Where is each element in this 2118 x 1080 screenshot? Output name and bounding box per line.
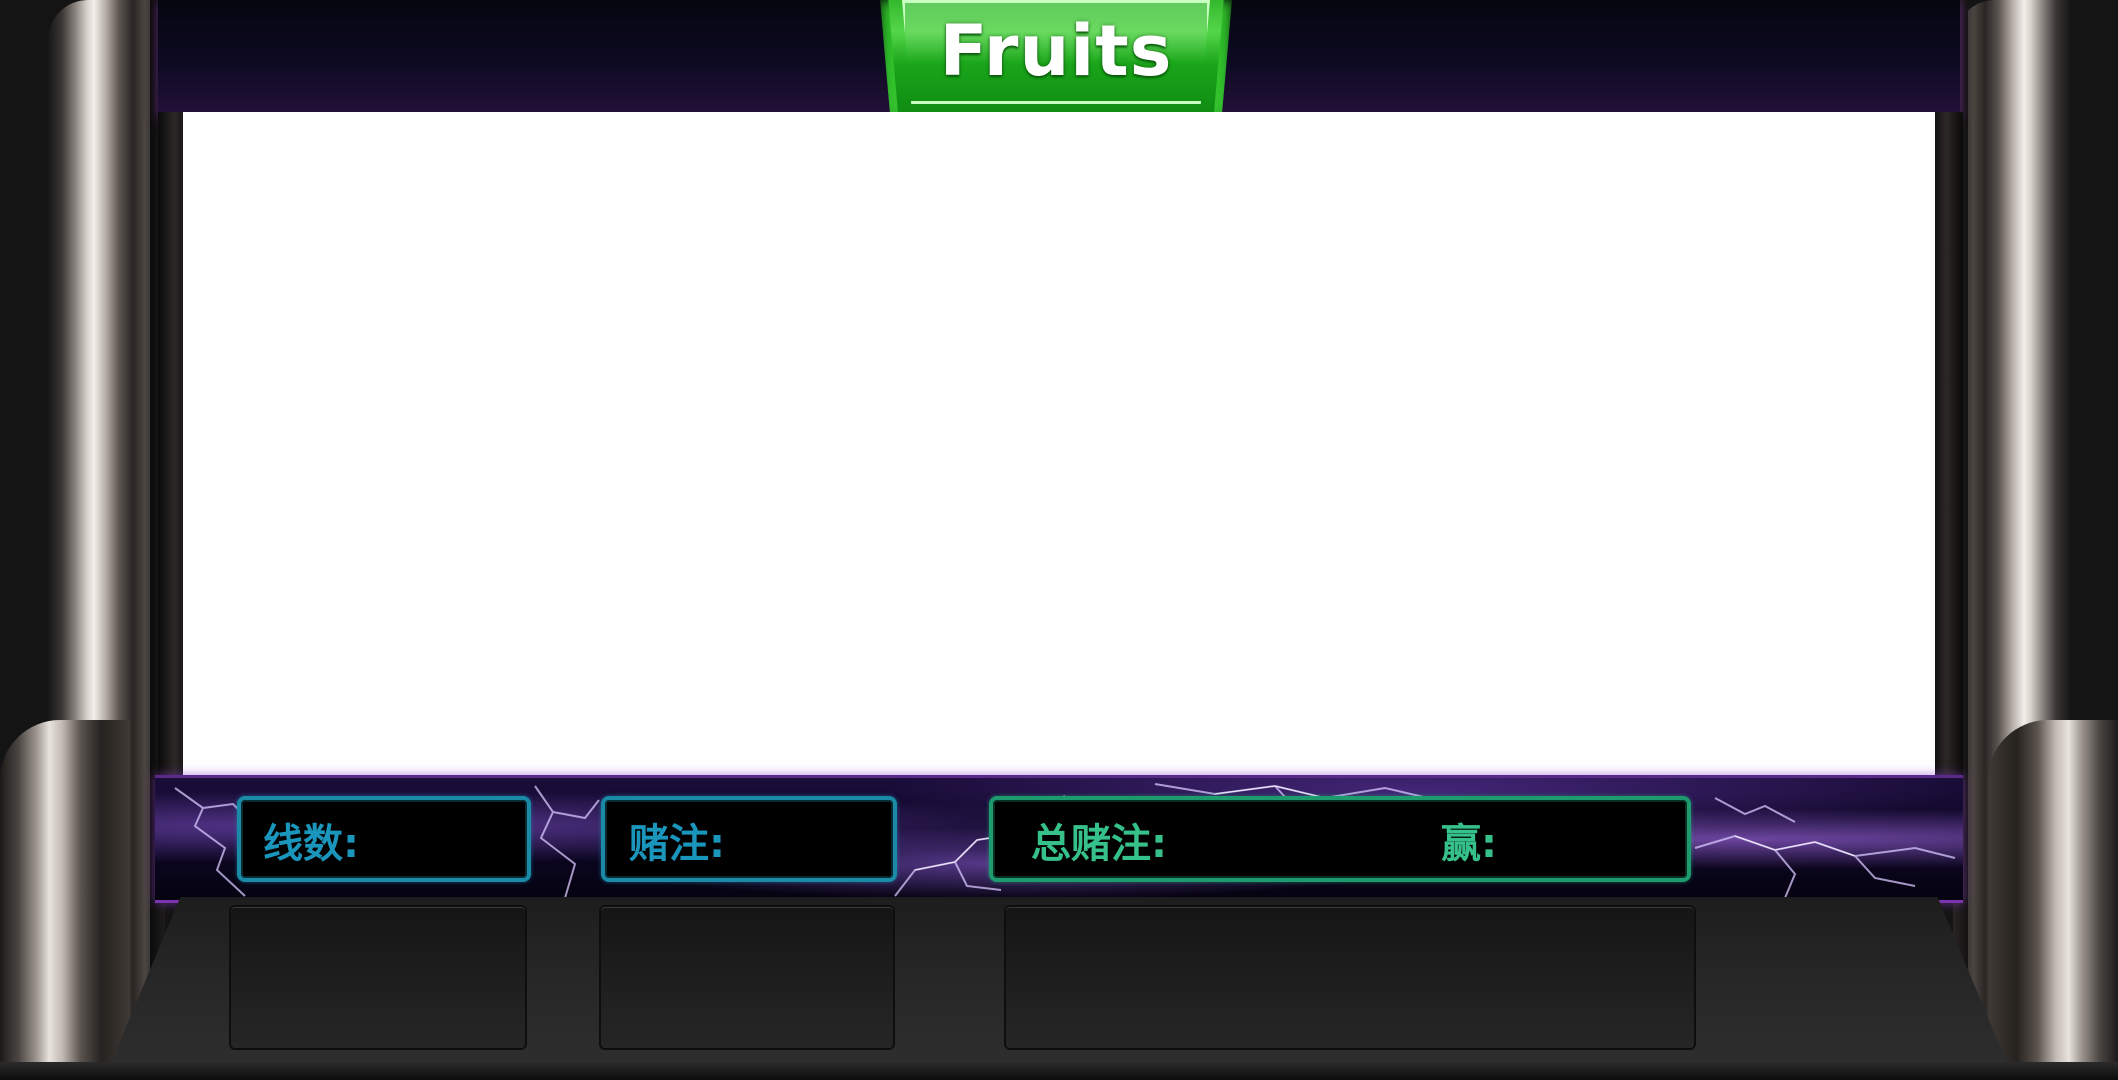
lightning-bolt <box>534 785 577 899</box>
lightning-bolt <box>1694 834 1956 859</box>
total-bet-label: 总赌注: <box>1031 821 1167 867</box>
console-bottom-edge <box>0 1062 2118 1080</box>
lines-label: 线数: <box>263 821 359 867</box>
lightning-bolt <box>1774 849 1797 899</box>
slot-machine-cabinet: Fruits 线数: 赌注: 总赌注: 赢: <box>0 0 2118 1080</box>
bet-label: 赌注: <box>629 821 725 867</box>
info-bar: 线数: 赌注: 总赌注: 赢: <box>155 775 1963 903</box>
game-title: Fruits <box>939 10 1173 92</box>
lightning-bolt <box>1854 855 1916 887</box>
left-chrome-pillar <box>0 0 165 1080</box>
console-button-slot-bet[interactable] <box>599 905 895 1050</box>
reel-frame-left <box>158 112 186 775</box>
right-chrome-pillar <box>1953 0 2118 1080</box>
console-button-slot-spin[interactable] <box>1004 905 1696 1050</box>
console-button-slot-lines[interactable] <box>229 905 527 1050</box>
total-bet-win-display: 总赌注: 赢: <box>989 796 1691 882</box>
right-chrome-base <box>1988 720 2118 1080</box>
reel-window <box>183 112 1935 775</box>
bet-display: 赌注: <box>601 796 897 882</box>
win-label: 赢: <box>1441 821 1497 867</box>
reel-frame-right <box>1935 112 1963 775</box>
lightning-bolt <box>552 799 600 820</box>
left-chrome-base <box>0 720 130 1080</box>
lines-display: 线数: <box>237 796 531 882</box>
lightning-core <box>1734 835 1856 857</box>
lightning-bolt <box>1714 797 1796 823</box>
